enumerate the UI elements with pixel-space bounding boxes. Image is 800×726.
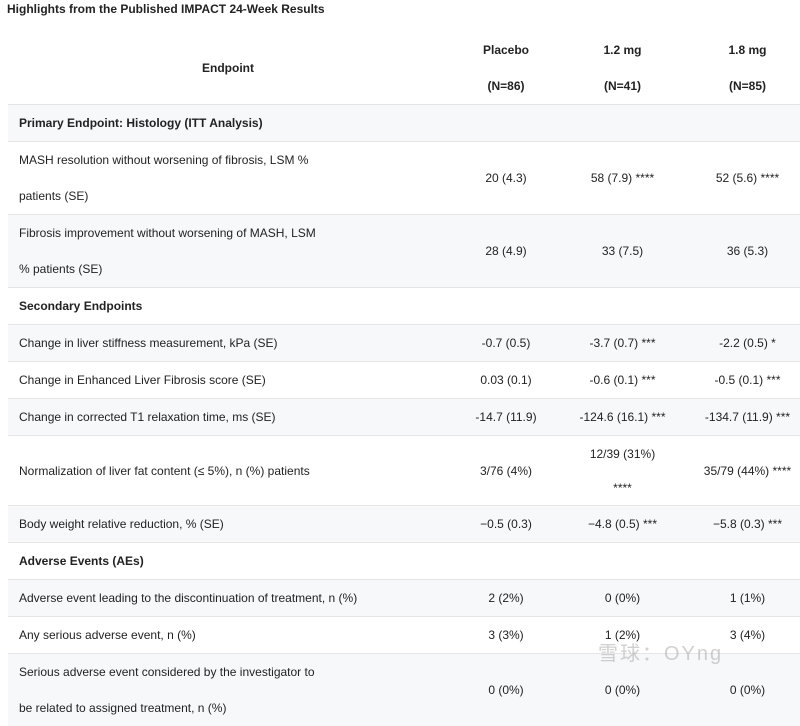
value-cell: -134.7 (11.9) *** (681, 399, 800, 436)
table-row: Adverse event leading to the discontinua… (8, 580, 800, 617)
row-label: MASH resolution without worsening of fib… (8, 142, 448, 215)
section-row: Secondary Endpoints (8, 288, 800, 325)
table-row: Body weight relative reduction, % (SE) −0… (8, 506, 800, 543)
value-cell: -3.7 (0.7) *** (564, 325, 681, 362)
table-row: Normalization of liver fat content (≤ 5%… (8, 436, 800, 506)
value-cell: 20 (4.3) (448, 142, 564, 215)
value-cell: 28 (4.9) (448, 215, 564, 288)
value-cell: -0.6 (0.1) *** (564, 362, 681, 399)
row-label-line: Serious adverse event considered by the … (19, 665, 315, 679)
table-body: Primary Endpoint: Histology (ITT Analysi… (8, 105, 800, 726)
table-row: Change in Enhanced Liver Fibrosis score … (8, 362, 800, 399)
value-cell: 33 (7.5) (564, 215, 681, 288)
table-row: Change in corrected T1 relaxation time, … (8, 399, 800, 436)
value-cell: 2 (2%) (448, 580, 564, 617)
row-label-line: be related to assigned treatment, n (%) (19, 701, 226, 715)
value-cell: 1 (1%) (681, 580, 800, 617)
row-label: Change in liver stiffness measurement, k… (8, 325, 448, 362)
value-cell: 0 (0%) (448, 654, 564, 726)
row-label: Fibrosis improvement without worsening o… (8, 215, 448, 288)
watermark: 雪球：OYng (598, 637, 723, 666)
row-label-line: Change in Enhanced Liver Fibrosis score … (19, 373, 266, 387)
table-row: Fibrosis improvement without worsening o… (8, 215, 800, 288)
row-label: Any serious adverse event, n (%) (8, 617, 448, 654)
value-cell: -14.7 (11.9) (448, 399, 564, 436)
header-placebo-n: (N=86) (448, 68, 564, 104)
row-label-line: Body weight relative reduction, % (SE) (19, 517, 224, 531)
row-label: Change in corrected T1 relaxation time, … (8, 399, 448, 436)
value-cell: 3/76 (4%) (448, 436, 564, 506)
value-cell: -124.6 (16.1) *** (564, 399, 681, 436)
section-row: Primary Endpoint: Histology (ITT Analysi… (8, 105, 800, 142)
value-cell: −0.5 (0.3) (448, 506, 564, 543)
row-label: Change in Enhanced Liver Fibrosis score … (8, 362, 448, 399)
value-cell: 36 (5.3) (681, 215, 800, 288)
header-endpoint: Endpoint (8, 32, 448, 105)
row-label-line: Adverse event leading to the discontinua… (19, 591, 357, 605)
section-row: Adverse Events (AEs) (8, 543, 800, 580)
row-label: Normalization of liver fat content (≤ 5%… (8, 436, 448, 506)
value-cell: -0.7 (0.5) (448, 325, 564, 362)
row-label: Adverse event leading to the discontinua… (8, 580, 448, 617)
row-label: Serious adverse event considered by the … (8, 654, 448, 726)
value-cell: −5.8 (0.3) *** (681, 506, 800, 543)
value-cell: 52 (5.6) **** (681, 142, 800, 215)
header-low-dose-n: (N=41) (564, 68, 681, 104)
value-cell: 0 (0%) (564, 580, 681, 617)
value-line: 12/39 (31%) (564, 437, 681, 471)
value-cell: -0.5 (0.1) *** (681, 362, 800, 399)
header-row: Endpoint Placebo (N=86) 1.2 mg (N=41) 1.… (8, 32, 800, 105)
row-label: Body weight relative reduction, % (SE) (8, 506, 448, 543)
row-label-line: Fibrosis improvement without worsening o… (19, 226, 316, 240)
value-cell: 0.03 (0.1) (448, 362, 564, 399)
row-label-line: patients (SE) (19, 189, 88, 203)
value-cell: −4.8 (0.5) *** (564, 506, 681, 543)
row-label-line: Change in corrected T1 relaxation time, … (19, 410, 276, 424)
value-cell: -2.2 (0.5) * (681, 325, 800, 362)
header-high-dose-name: 1.8 mg (681, 32, 800, 68)
section-title: Primary Endpoint: Histology (ITT Analysi… (8, 105, 800, 142)
section-title: Adverse Events (AEs) (8, 543, 800, 580)
header-low-dose-name: 1.2 mg (564, 32, 681, 68)
row-label-line: MASH resolution without worsening of fib… (19, 153, 308, 167)
table-title: Highlights from the Published IMPACT 24-… (7, 2, 325, 16)
results-table: Endpoint Placebo (N=86) 1.2 mg (N=41) 1.… (8, 32, 800, 726)
value-cell: 58 (7.9) **** (564, 142, 681, 215)
value-cell: 12/39 (31%)**** (564, 436, 681, 506)
row-label-line: Change in liver stiffness measurement, k… (19, 336, 278, 350)
header-high-dose: 1.8 mg (N=85) (681, 32, 800, 105)
table-row: MASH resolution without worsening of fib… (8, 142, 800, 215)
row-label-line: Normalization of liver fat content (≤ 5%… (19, 464, 310, 478)
header-placebo-name: Placebo (448, 32, 564, 68)
section-title: Secondary Endpoints (8, 288, 800, 325)
value-line: **** (564, 471, 681, 505)
row-label-line: Any serious adverse event, n (%) (19, 628, 196, 642)
value-cell: 35/79 (44%) **** (681, 436, 800, 506)
header-low-dose: 1.2 mg (N=41) (564, 32, 681, 105)
value-cell: 3 (3%) (448, 617, 564, 654)
row-label-line: % patients (SE) (19, 262, 102, 276)
header-placebo: Placebo (N=86) (448, 32, 564, 105)
header-high-dose-n: (N=85) (681, 68, 800, 104)
table-row: Change in liver stiffness measurement, k… (8, 325, 800, 362)
